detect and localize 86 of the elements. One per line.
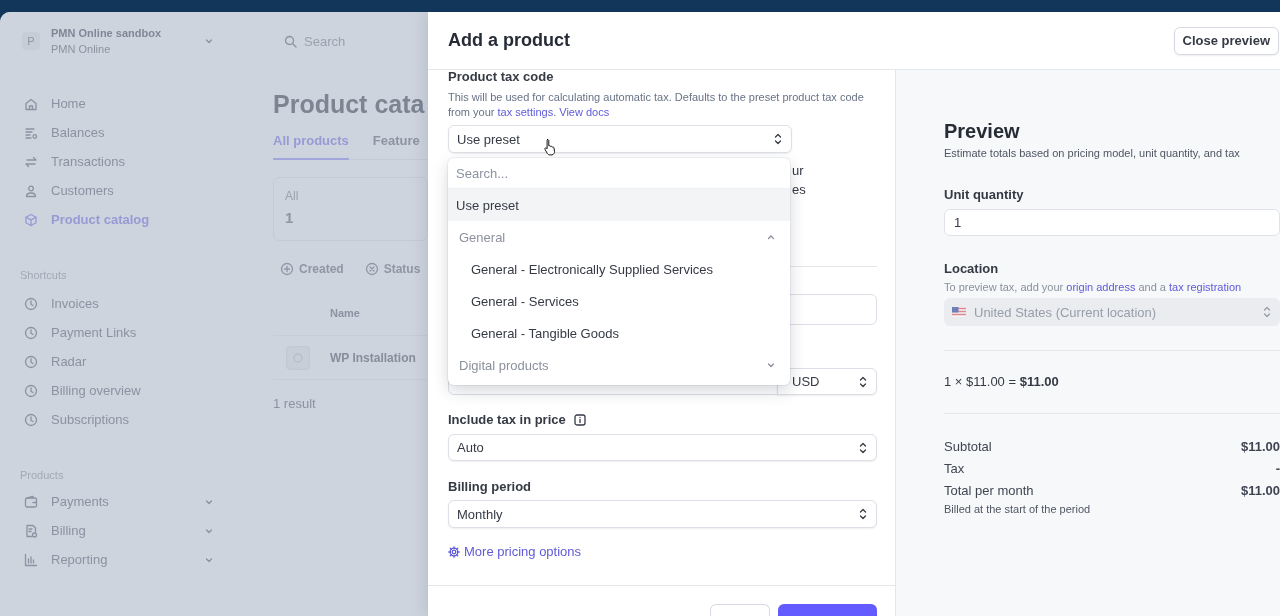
info-icon: [573, 414, 586, 426]
x-circle-icon: [364, 262, 379, 276]
select-field[interactable]: Use preset: [448, 125, 792, 153]
select-field[interactable]: Monthly: [448, 500, 877, 528]
dropdown-option[interactable]: General - Electronically Supplied Services: [448, 253, 790, 285]
inline-link[interactable]: View docs: [559, 106, 610, 118]
nav-item[interactable]: Reporting: [20, 545, 214, 574]
tab[interactable]: Feature: [372, 133, 420, 160]
dropdown-option[interactable]: General - Tangible Goods: [448, 317, 790, 349]
nav-item[interactable]: Payment Links: [20, 318, 214, 347]
flag-icon: [952, 307, 966, 317]
nav-item[interactable]: Home: [20, 89, 214, 118]
preview-subtitle: Estimate totals based on pricing model, unit quantity, and tax: [944, 146, 1241, 161]
card-count: 1: [285, 208, 295, 228]
settings-icon: [448, 546, 460, 558]
dialog-title: Add a product: [448, 30, 570, 51]
plus-circle-icon: [280, 262, 294, 276]
account-name: PMN Online sandbox: [51, 26, 162, 41]
person-icon: [24, 183, 38, 198]
field-label: Billing period: [448, 479, 533, 495]
chevron-updown-icon: [773, 132, 783, 146]
select-field[interactable]: Auto: [448, 434, 877, 461]
home-icon: [24, 96, 38, 111]
chevron-down-icon: [204, 36, 214, 46]
wallet-icon: [24, 494, 38, 509]
nav-item[interactable]: Billing overview: [20, 376, 214, 405]
nav-item[interactable]: Billing: [20, 516, 214, 545]
nav-item[interactable]: Invoices: [20, 289, 214, 318]
total-label: Total per month: [944, 482, 1034, 500]
dropdown-option[interactable]: General - Services: [448, 285, 790, 317]
nav-item[interactable]: Customers: [20, 176, 214, 205]
chevron-updown-icon: [858, 374, 868, 389]
total-value: -: [1275, 460, 1280, 478]
hand-cursor-icon: [543, 138, 557, 156]
nav-item[interactable]: Transactions: [20, 147, 214, 176]
chevron-updown-icon: [858, 440, 868, 455]
total-value: $11.00: [1240, 482, 1280, 500]
search-icon: [284, 34, 297, 48]
billing-note: Billed at the start of the period: [944, 502, 1092, 516]
chevron-updown-icon: [858, 507, 868, 521]
cube-icon: [24, 212, 38, 227]
table-cell: WP Installation: [330, 350, 416, 365]
filter-chip[interactable]: Status: [364, 259, 421, 279]
help-text: To preview tax, add your origin address and a tax registration: [944, 280, 1243, 295]
calculation-text: 1 × $11.00 = $11.00: [944, 374, 1060, 390]
help-text: This will be used for calculating automatic tax. Defaults to the preset product tax code from your tax settings. View docs: [448, 90, 865, 120]
filter-chip[interactable]: Created: [280, 259, 344, 279]
account-subtitle: PMN Online: [51, 42, 112, 57]
nav-item[interactable]: Product catalog: [20, 205, 214, 234]
field-label: Unit quantity: [944, 187, 1025, 203]
field-label: Include tax in price: [448, 412, 566, 428]
clock-icon: [24, 412, 38, 427]
document-icon: [24, 523, 38, 538]
more-pricing-options-link[interactable]: More pricing options: [448, 544, 582, 560]
field-label: Location: [944, 261, 1000, 277]
text-fragment: ur: [792, 162, 804, 180]
total-label: Tax: [944, 460, 965, 478]
quantity-field[interactable]: 1: [944, 209, 1280, 236]
list-icon: [24, 125, 38, 140]
field-label: Product tax code: [448, 70, 555, 84]
total-label: Subtotal: [944, 438, 992, 456]
dropdown-option[interactable]: Use preset: [448, 189, 790, 221]
close-preview-button[interactable]: Close preview: [1173, 26, 1279, 55]
nav-item[interactable]: Payments: [20, 487, 214, 516]
text-fragment: es: [792, 181, 806, 199]
total-value: $11.00: [1240, 438, 1280, 456]
nav-item[interactable]: Subscriptions: [20, 405, 214, 434]
clock-icon: [24, 383, 38, 398]
preview-title: Preview: [944, 119, 1021, 143]
primary-button[interactable]: [778, 604, 877, 616]
tab[interactable]: All products: [273, 133, 349, 160]
currency-select[interactable]: USD: [777, 368, 877, 395]
column-header: Name: [330, 306, 360, 321]
bar-chart-icon: [24, 552, 38, 567]
chevron-updown-icon: [1262, 305, 1272, 319]
page-title: Product cata: [273, 89, 426, 119]
clock-icon: [24, 296, 38, 311]
option-group[interactable]: General: [448, 221, 790, 253]
location-select: United States (Current location): [944, 298, 1280, 326]
clock-icon: [24, 325, 38, 340]
clock-icon: [24, 354, 38, 369]
secondary-button[interactable]: [710, 604, 770, 616]
result-count: 1 result: [273, 396, 317, 412]
nav-item[interactable]: Radar: [20, 347, 214, 376]
arrows-icon: [24, 154, 38, 169]
nav-item[interactable]: Balances: [20, 118, 214, 147]
